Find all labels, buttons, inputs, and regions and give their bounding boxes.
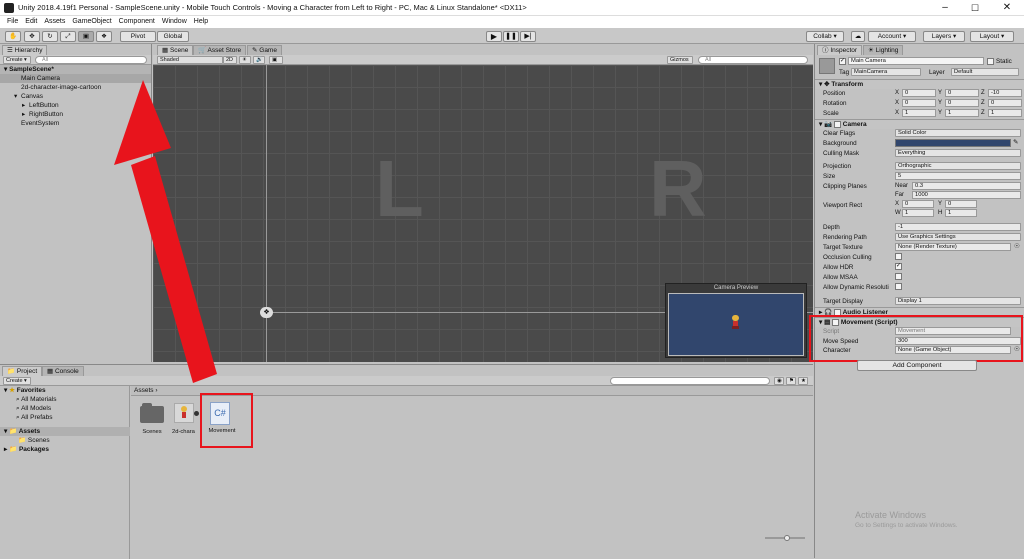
annotation-arrow-shaft	[131, 156, 217, 383]
annotation-arrow	[114, 80, 217, 383]
annotation-arrow-head	[114, 80, 171, 165]
